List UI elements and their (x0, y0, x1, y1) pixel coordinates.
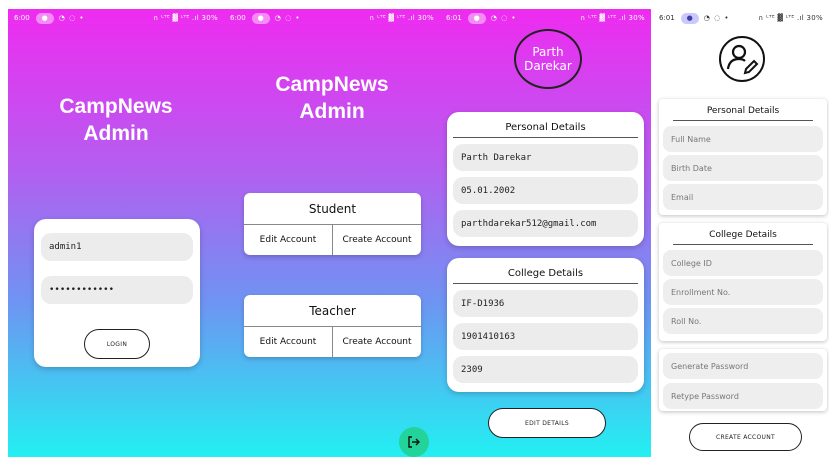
teacher-edit-account-button[interactable]: Edit Account (244, 327, 332, 357)
student-title: Student (244, 193, 421, 225)
status-indicators: ∩ ᴸᵀᴱ ▓ ᴸᵀᴱ .ıl 30% (580, 14, 645, 22)
logout-icon (408, 436, 420, 448)
avatar: Parth Darekar (514, 29, 582, 89)
status-time: 6:00 (14, 14, 30, 22)
personal-details-title: Personal Details (453, 112, 638, 138)
email-input[interactable]: Email (663, 184, 823, 210)
roll-no-input[interactable]: Roll No. (663, 308, 823, 334)
birth-date-input[interactable]: Birth Date (663, 155, 823, 181)
student-create-account-button[interactable]: Create Account (332, 225, 421, 255)
avatar-first-name: Parth (532, 45, 564, 59)
avatar-picker[interactable] (719, 36, 765, 82)
status-bar: 6:01 ● ◔ ◌ • ∩ ᴸᵀᴱ ▓ ᴸᵀᴱ .ıl 30% (440, 9, 651, 27)
create-account-screen: 6:01 ● ◔ ◌ • ∩ ᴸᵀᴱ ▓ ᴸᵀᴱ .ıl 30% Persona… (653, 9, 829, 457)
student-card: Student Edit Account Create Account (244, 193, 421, 255)
roll-field: 2309 (453, 356, 638, 383)
college-id-field: IF-D1936 (453, 290, 638, 317)
status-bar: 6:00 ● ◔ ◌ • ∩ ᴸᵀᴱ ▓ ᴸᵀᴱ .ıl 30% (8, 9, 224, 27)
username-input[interactable]: admin1 (41, 233, 193, 261)
personal-details-title: Personal Details (673, 99, 813, 121)
status-indicators: ∩ ᴸᵀᴱ ▓ ᴸᵀᴱ .ıl 30% (369, 14, 434, 22)
teacher-card: Teacher Edit Account Create Account (244, 295, 421, 357)
enrollment-field: 1901410163 (453, 323, 638, 350)
college-details-title: College Details (453, 258, 638, 284)
status-indicators: ∩ ᴸᵀᴱ ▓ ᴸᵀᴱ .ıl 30% (153, 14, 218, 22)
college-details-title: College Details (673, 223, 813, 245)
enrollment-input[interactable]: Enrollment No. (663, 279, 823, 305)
college-details-form: College Details College ID Enrollment No… (659, 223, 827, 341)
status-bar: 6:01 ● ◔ ◌ • ∩ ᴸᵀᴱ ▓ ᴸᵀᴱ .ıl 30% (653, 9, 829, 27)
create-account-button[interactable]: CREATE ACCOUNT (689, 423, 802, 451)
app-title-line1: CampNews (59, 95, 173, 118)
avatar-last-name: Darekar (524, 59, 572, 73)
dob-field: 05.01.2002 (453, 177, 638, 204)
login-screen: 6:00 ● ◔ ◌ • ∩ ᴸᵀᴱ ▓ ᴸᵀᴱ .ıl 30% CampNew… (8, 9, 224, 457)
mic-icon: ● (467, 12, 486, 24)
app-title: CampNews Admin (8, 93, 224, 147)
user-edit-icon (726, 44, 759, 75)
name-field: Parth Darekar (453, 144, 638, 171)
teacher-title: Teacher (244, 295, 421, 327)
notification-icons: ◔ ◌ • (274, 14, 301, 22)
notification-icons: ◔ ◌ • (490, 14, 517, 22)
password-input[interactable]: •••••••••••• (41, 276, 193, 304)
mic-icon: ● (35, 12, 54, 24)
mic-icon: ● (680, 12, 699, 24)
status-time: 6:00 (230, 14, 246, 22)
app-title-line2: Admin (83, 122, 149, 145)
login-button[interactable]: LOGIN (84, 329, 150, 359)
email-field: parthdarekar512@gmail.com (453, 210, 638, 237)
full-name-input[interactable]: Full Name (663, 126, 823, 152)
profile-screen: 6:01 ● ◔ ◌ • ∩ ᴸᵀᴱ ▓ ᴸᵀᴱ .ıl 30% Parth D… (440, 9, 651, 457)
admin-dashboard-screen: 6:00 ● ◔ ◌ • ∩ ᴸᵀᴱ ▓ ᴸᵀᴱ .ıl 30% CampNew… (224, 9, 440, 457)
password-form: Generate Password Retype Password (659, 349, 827, 411)
personal-details-form: Personal Details Full Name Birth Date Em… (659, 99, 827, 215)
edit-details-button[interactable]: EDIT DETAILS (488, 408, 606, 438)
college-details-card: College Details IF-D1936 1901410163 2309 (447, 258, 644, 392)
status-indicators: ∩ ᴸᵀᴱ ▓ ᴸᵀᴱ .ıl 30% (758, 14, 823, 22)
generate-password-input[interactable]: Generate Password (663, 353, 823, 379)
app-title-line2: Admin (299, 100, 365, 123)
status-bar: 6:00 ● ◔ ◌ • ∩ ᴸᵀᴱ ▓ ᴸᵀᴱ .ıl 30% (224, 9, 440, 27)
personal-details-card: Personal Details Parth Darekar 05.01.200… (447, 112, 644, 246)
logout-button[interactable] (399, 427, 429, 457)
retype-password-input[interactable]: Retype Password (663, 383, 823, 409)
status-time: 6:01 (446, 14, 462, 22)
app-title-line1: CampNews (275, 73, 389, 96)
student-edit-account-button[interactable]: Edit Account (244, 225, 332, 255)
app-title: CampNews Admin (224, 71, 440, 125)
notification-icons: ◔ ◌ • (703, 14, 730, 22)
notification-icons: ◔ ◌ • (58, 14, 85, 22)
college-id-input[interactable]: College ID (663, 250, 823, 276)
status-time: 6:01 (659, 14, 675, 22)
mic-icon: ● (251, 12, 270, 24)
teacher-create-account-button[interactable]: Create Account (332, 327, 421, 357)
login-card: admin1 •••••••••••• LOGIN (34, 219, 200, 367)
